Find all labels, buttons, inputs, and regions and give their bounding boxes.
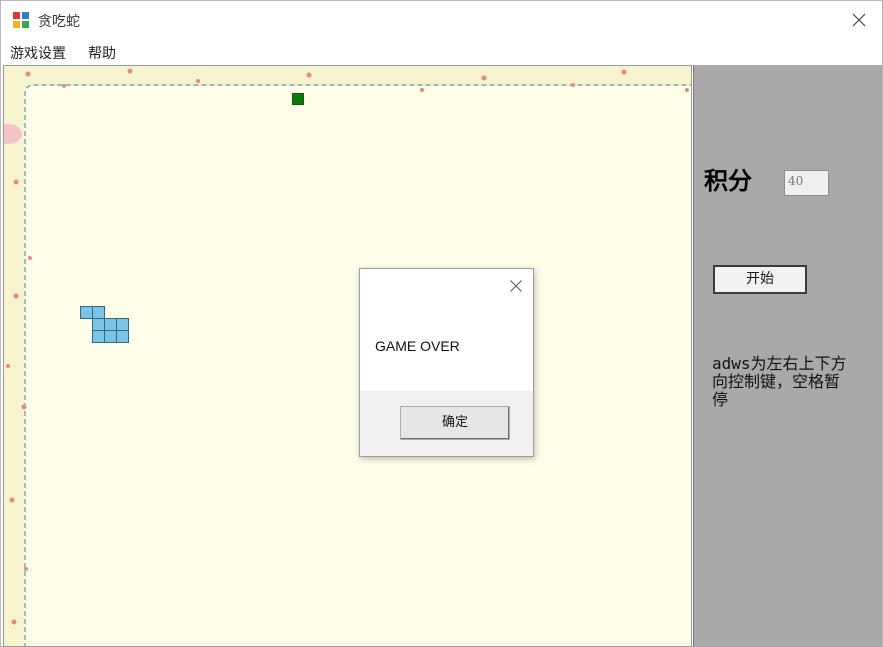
- menu-help[interactable]: 帮助: [88, 43, 116, 63]
- game-window: 贪吃蛇 游戏设置 帮助 积分 40 开始 adws为左右上下方向控制键，空格暂停…: [0, 0, 883, 647]
- close-icon: [510, 280, 522, 292]
- dialog-message: GAME OVER: [375, 338, 460, 354]
- game-over-dialog: GAME OVER 确定: [359, 268, 534, 457]
- dialog-footer: 确定: [360, 391, 533, 456]
- dialog-close-button[interactable]: [505, 275, 527, 297]
- menu-game-settings[interactable]: 游戏设置: [10, 43, 66, 63]
- snake-segment: [116, 330, 129, 343]
- score-field: 40: [784, 170, 829, 196]
- start-button[interactable]: 开始: [713, 265, 807, 294]
- window-title: 贪吃蛇: [38, 14, 80, 30]
- controls-help-text: adws为左右上下方向控制键，空格暂停: [712, 354, 847, 409]
- menu-bar: 游戏设置 帮助: [1, 39, 882, 65]
- game-board: [3, 65, 692, 647]
- app-grid-icon: [13, 12, 30, 29]
- ok-button[interactable]: 确定: [400, 406, 510, 440]
- board-background: [4, 66, 691, 646]
- window-close-button[interactable]: [836, 1, 882, 39]
- food-pellet: [292, 93, 304, 105]
- title-bar: 贪吃蛇: [1, 1, 882, 39]
- close-icon: [852, 13, 866, 27]
- side-panel: 积分 40 开始 adws为左右上下方向控制键，空格暂停: [693, 65, 882, 647]
- score-label: 积分: [704, 166, 752, 195]
